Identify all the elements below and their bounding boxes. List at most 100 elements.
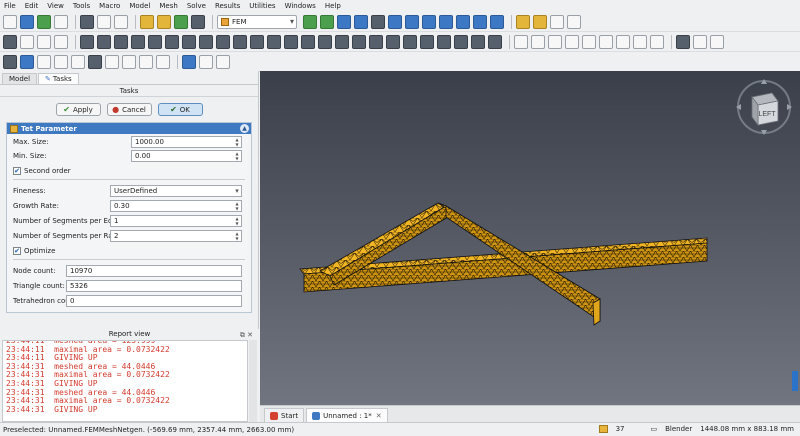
new-file-icon[interactable]: [3, 14, 17, 29]
mesh-region-icon[interactable]: [565, 34, 579, 49]
menu-utilities[interactable]: Utilities: [249, 2, 275, 10]
mesh-from-shape-icon[interactable]: [650, 34, 664, 49]
constraint-outlet-icon[interactable]: [437, 34, 451, 49]
constraint-pulley-icon[interactable]: [267, 34, 281, 49]
cut-icon[interactable]: [80, 14, 94, 29]
save-icon[interactable]: [37, 14, 51, 29]
open-file-icon[interactable]: [20, 14, 34, 29]
workbench-selector[interactable]: FEM ▾: [217, 14, 297, 29]
collapse-icon[interactable]: ▲: [240, 124, 249, 133]
post-scalar-clip-icon[interactable]: [139, 54, 153, 69]
viewport-scrollbar[interactable]: [792, 371, 798, 391]
constraint-body-heat-icon[interactable]: [369, 34, 383, 49]
part-icon[interactable]: [533, 14, 547, 29]
constraint-plane-icon[interactable]: [471, 34, 485, 49]
constraint-tie-icon[interactable]: [131, 34, 145, 49]
constraint-electrostatic-icon[interactable]: [386, 34, 400, 49]
constraint-temp-icon[interactable]: [318, 34, 332, 49]
constraint-gear-icon[interactable]: [250, 34, 264, 49]
menu-windows[interactable]: Windows: [285, 2, 316, 10]
front-view-icon[interactable]: [405, 14, 419, 29]
constraint-bearing-icon[interactable]: [233, 34, 247, 49]
rear-view-icon[interactable]: [456, 14, 470, 29]
post-cut-icon[interactable]: [156, 54, 170, 69]
copy-icon[interactable]: [97, 14, 111, 29]
seg-edge-input[interactable]: 1 ▲ ▼: [110, 215, 242, 227]
mesh-gmsh-icon[interactable]: [531, 34, 545, 49]
tab-unnamed[interactable]: Unnamed : 1* ✕: [306, 408, 388, 422]
second-order-checkbox[interactable]: ✔: [13, 167, 21, 175]
fit-all-icon[interactable]: [303, 14, 317, 29]
constraint-heatflux-icon[interactable]: [335, 34, 349, 49]
mesh-boundary-layer-icon[interactable]: [548, 34, 562, 49]
solver-write-icon[interactable]: [20, 54, 34, 69]
folder-icon[interactable]: [516, 14, 530, 29]
fit-selection-icon[interactable]: [320, 14, 334, 29]
menu-tools[interactable]: Tools: [73, 2, 90, 10]
solver-run-icon[interactable]: [710, 34, 724, 49]
isometric-view-icon[interactable]: [388, 14, 402, 29]
ok-button[interactable]: ✔ OK: [157, 103, 203, 116]
mesh-display-icon[interactable]: [599, 34, 613, 49]
constraint-centrif-icon[interactable]: [199, 34, 213, 49]
mesh-tetra-icon[interactable]: [633, 34, 647, 49]
spin-arrows-icon[interactable]: ▲ ▼: [234, 137, 240, 147]
cancel-button[interactable]: ● Cancel: [106, 103, 152, 116]
right-view-icon[interactable]: [439, 14, 453, 29]
menu-mesh[interactable]: Mesh: [159, 2, 177, 10]
paste-icon[interactable]: [114, 14, 128, 29]
macro-icon[interactable]: [550, 14, 564, 29]
constraint-fixed-icon[interactable]: [80, 34, 94, 49]
constraint-velocity-icon[interactable]: [301, 34, 315, 49]
top-view-icon[interactable]: [422, 14, 436, 29]
mesh-clear-icon[interactable]: [616, 34, 630, 49]
constraint-transform-icon[interactable]: [488, 34, 502, 49]
save-as-icon[interactable]: [54, 14, 68, 29]
refresh-icon[interactable]: [174, 14, 188, 29]
apply-button[interactable]: ✔ Apply: [55, 103, 101, 116]
material-mechanical-icon[interactable]: [54, 34, 68, 49]
post-pipeline-icon[interactable]: [105, 54, 119, 69]
navigation-cube[interactable]: LEFT: [734, 77, 794, 137]
spin-arrows-icon[interactable]: ▲ ▼: [234, 231, 240, 241]
bounding-box-icon[interactable]: [354, 14, 368, 29]
tab-tasks[interactable]: ✎ Tasks: [38, 73, 79, 84]
solver-icon[interactable]: [676, 34, 690, 49]
tab-model[interactable]: Model: [2, 73, 38, 84]
spin-arrows-icon[interactable]: ▲ ▼: [234, 201, 240, 211]
left-view-icon[interactable]: [490, 14, 504, 29]
menu-view[interactable]: View: [47, 2, 64, 10]
spin-arrows-icon[interactable]: ▲ ▼: [234, 216, 240, 226]
min-size-input[interactable]: 0.00 ▲ ▼: [131, 150, 242, 162]
constraint-inlet-icon[interactable]: [420, 34, 434, 49]
tab-start[interactable]: Start: [264, 408, 305, 422]
menu-results[interactable]: Results: [215, 2, 240, 10]
constraint-selfweight-icon[interactable]: [216, 34, 230, 49]
mesh-netgen-icon[interactable]: [514, 34, 528, 49]
constraint-contact-icon[interactable]: [114, 34, 128, 49]
material-fluid-icon[interactable]: [37, 34, 51, 49]
post-function-icon[interactable]: [182, 54, 196, 69]
solver-z88-icon[interactable]: [71, 54, 85, 69]
constraint-fluid-icon[interactable]: [284, 34, 298, 49]
constraint-force-icon[interactable]: [165, 34, 179, 49]
close-tab-icon[interactable]: ✕: [376, 412, 382, 420]
analysis-icon[interactable]: [3, 34, 17, 49]
purge-results-icon[interactable]: [3, 54, 17, 69]
report-log[interactable]: 23:44:11 meshed area = 123.999 23:44:11 m…: [2, 340, 248, 422]
3d-viewport[interactable]: LEFT: [260, 71, 800, 405]
mesh-group-icon[interactable]: [582, 34, 596, 49]
post-warp-icon[interactable]: [122, 54, 136, 69]
navigation-style[interactable]: Blender: [665, 425, 692, 433]
menu-model[interactable]: Model: [129, 2, 150, 10]
seg-radius-input[interactable]: 2 ▲ ▼: [110, 230, 242, 242]
menu-edit[interactable]: Edit: [25, 2, 39, 10]
post-data-icon[interactable]: [216, 54, 230, 69]
constraint-pressure-icon[interactable]: [182, 34, 196, 49]
optimize-checkbox[interactable]: ✔: [13, 247, 21, 255]
max-size-input[interactable]: 1000.00 ▲ ▼: [131, 136, 242, 148]
spin-arrows-icon[interactable]: ▲ ▼: [234, 151, 240, 161]
fineness-select[interactable]: UserDefined ▾: [110, 185, 242, 197]
stereo-icon[interactable]: [371, 14, 385, 29]
solver-elmer-icon[interactable]: [54, 54, 68, 69]
